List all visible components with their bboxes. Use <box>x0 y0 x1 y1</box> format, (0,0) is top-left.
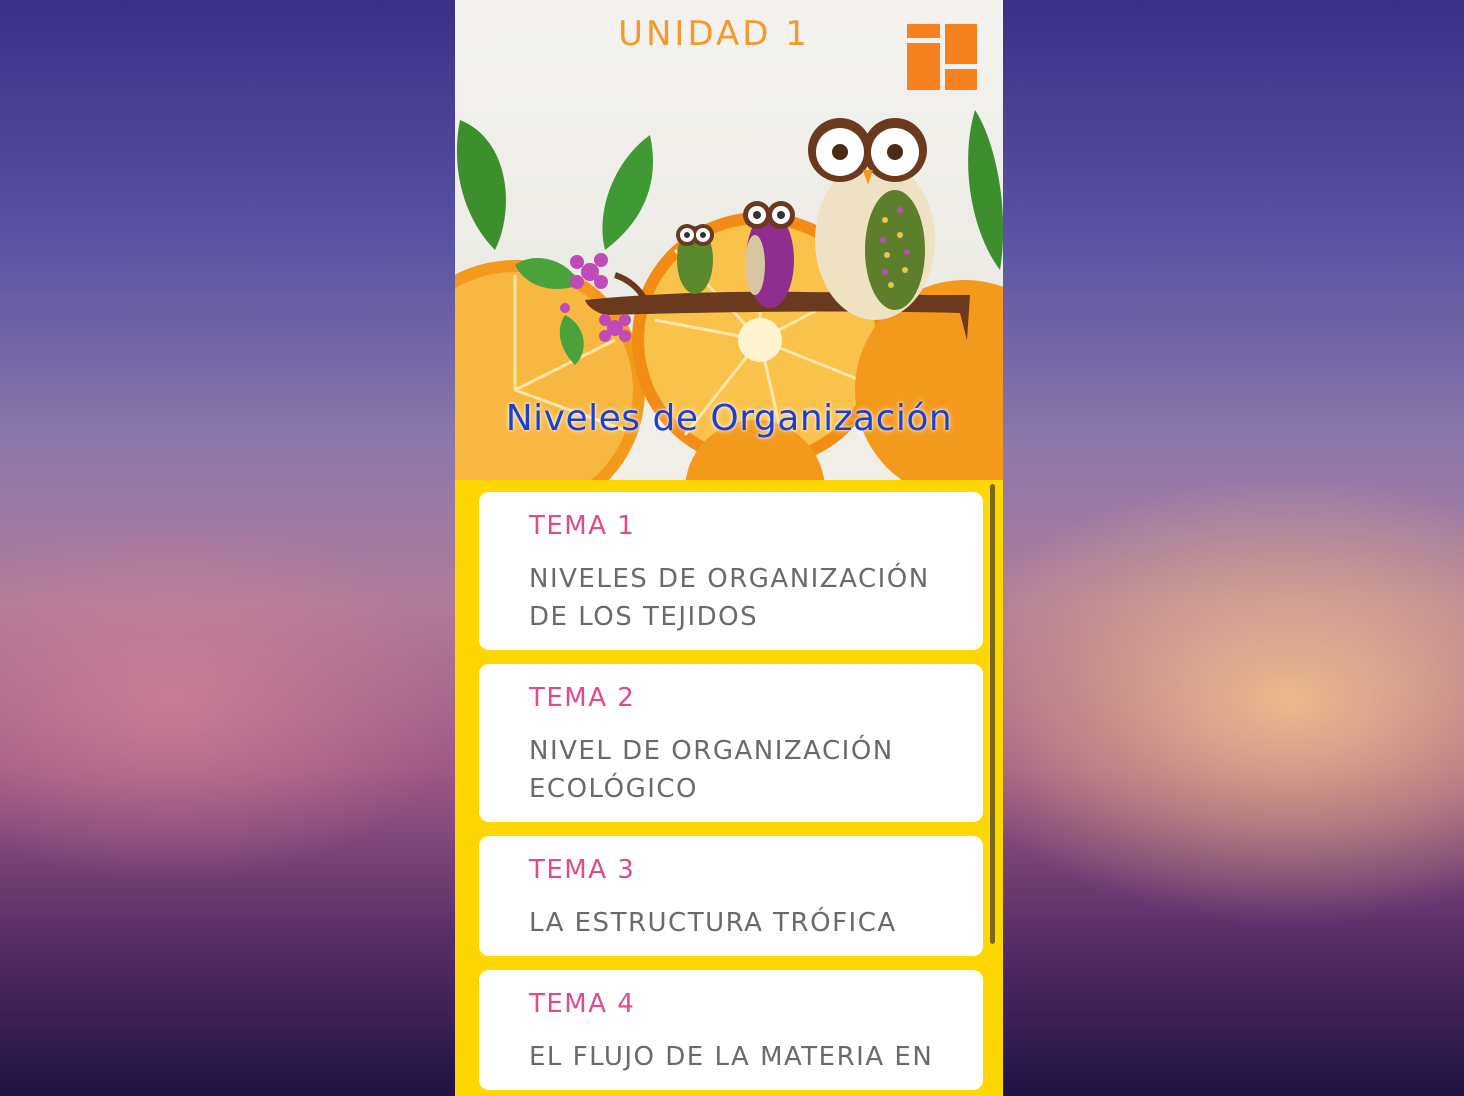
hero-title: Niveles de Organización <box>505 398 953 439</box>
topic-list: TEMA 1 NIVELES DE ORGANIZACIÓN DE LOS TE… <box>479 492 983 1096</box>
scrollbar[interactable] <box>990 484 995 944</box>
topic-card-1[interactable]: TEMA 1 NIVELES DE ORGANIZACIÓN DE LOS TE… <box>479 492 983 650</box>
app-screen: UNIDAD 1 Niveles de Organización TEMA 1 … <box>455 0 1003 1096</box>
topic-card-2[interactable]: TEMA 2 NIVEL DE ORGANIZACIÓN ECOLÓGICO <box>479 664 983 822</box>
topic-label: TEMA 1 <box>529 511 636 541</box>
topic-title: NIVELES DE ORGANIZACIÓN DE LOS TEJIDOS <box>529 564 930 632</box>
topic-title: LA ESTRUCTURA TRÓFICA <box>529 908 897 938</box>
topic-title: NIVEL DE ORGANIZACIÓN ECOLÓGICO <box>529 736 894 804</box>
topic-label: TEMA 2 <box>529 683 636 713</box>
topic-title: EL FLUJO DE LA MATERIA EN <box>529 1042 934 1072</box>
topic-label: TEMA 3 <box>529 855 636 885</box>
grid-menu-icon[interactable] <box>907 24 977 90</box>
hero-banner: UNIDAD 1 Niveles de Organización <box>455 0 1003 480</box>
topic-label: TEMA 4 <box>529 989 636 1019</box>
topic-card-4[interactable]: TEMA 4 EL FLUJO DE LA MATERIA EN <box>479 970 983 1090</box>
topic-card-3[interactable]: TEMA 3 LA ESTRUCTURA TRÓFICA <box>479 836 983 956</box>
